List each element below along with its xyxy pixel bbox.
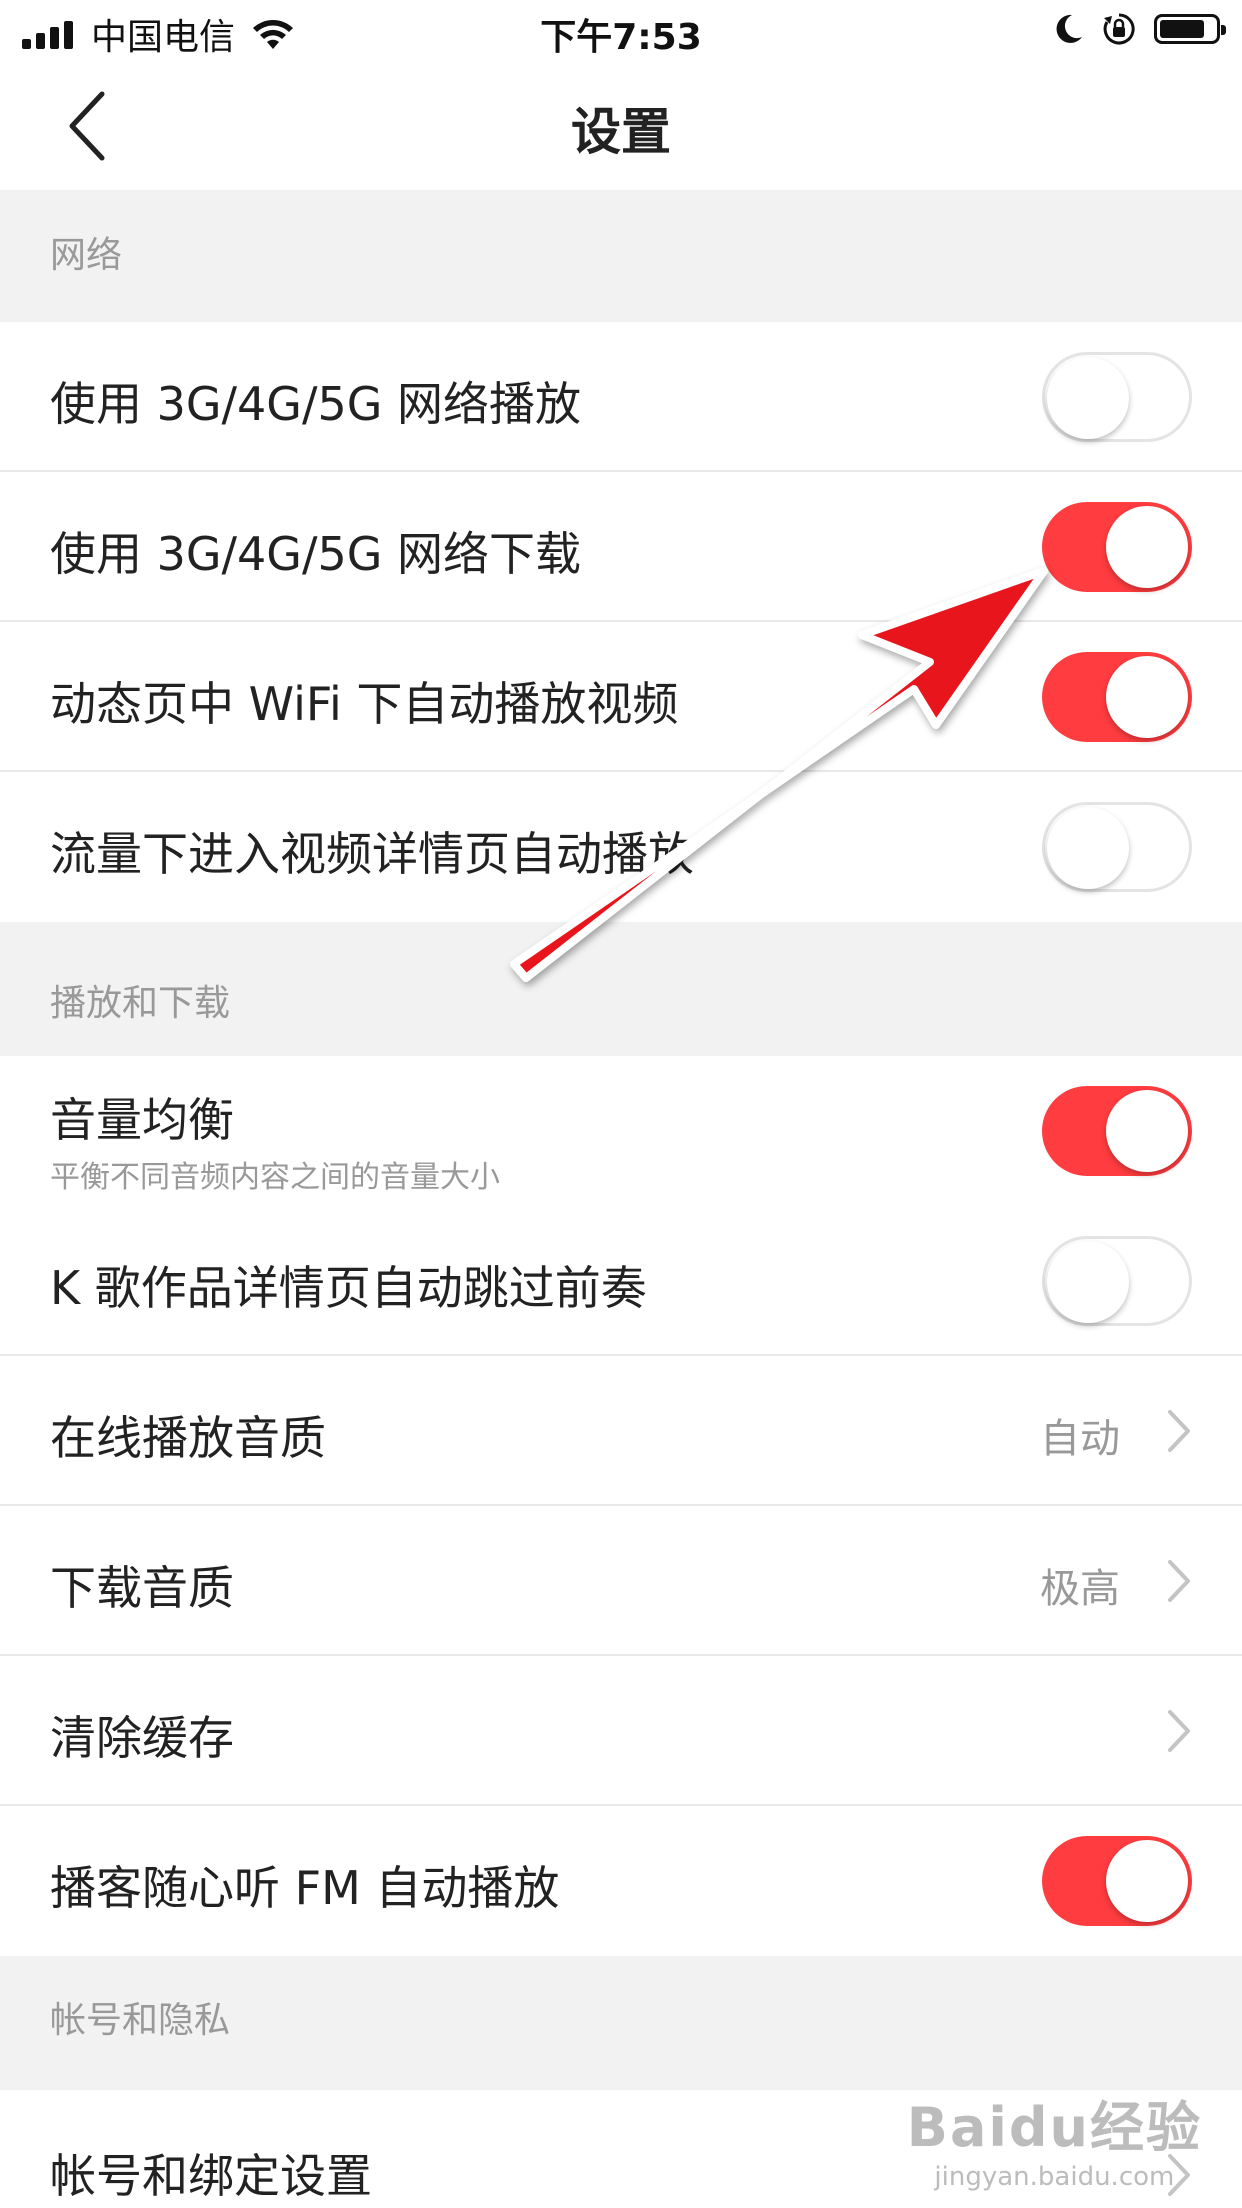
row-label: 在线播放音质	[50, 1411, 326, 1465]
moon-icon	[1056, 14, 1082, 43]
page-title: 设置	[571, 103, 671, 161]
row-download-quality[interactable]: 下载音质 极高	[0, 1506, 1242, 1656]
row-value: 自动	[1040, 1416, 1120, 1462]
orientation-lock-icon	[1103, 13, 1135, 45]
nav-bar: 设置	[0, 62, 1242, 190]
row-value: 极高	[1040, 1566, 1120, 1612]
toggle-data-autoplay[interactable]	[1042, 802, 1192, 892]
toggle-wifi-autoplay[interactable]	[1042, 652, 1192, 742]
section-header-playback: 播放和下载	[0, 922, 1242, 1056]
row-online-quality[interactable]: 在线播放音质 自动	[0, 1356, 1242, 1506]
row-label: K 歌作品详情页自动跳过前奏	[50, 1261, 647, 1315]
row-wifi-autoplay: 动态页中 WiFi 下自动播放视频	[0, 622, 1242, 772]
row-clear-cache[interactable]: 清除缓存	[0, 1656, 1242, 1806]
row-label: 帐号和绑定设置	[50, 2149, 372, 2203]
row-label: 使用 3G/4G/5G 网络下载	[50, 527, 581, 581]
row-sublabel: 平衡不同音频内容之间的音量大小	[50, 1160, 500, 1195]
row-label: 播客随心听 FM 自动播放	[50, 1861, 560, 1915]
watermark-logo: Baidu经验	[906, 2096, 1202, 2159]
row-skip-intro: K 歌作品详情页自动跳过前奏	[0, 1206, 1242, 1356]
row-use-3g-play: 使用 3G/4G/5G 网络播放	[0, 322, 1242, 472]
row-data-autoplay: 流量下进入视频详情页自动播放	[0, 772, 1242, 922]
row-label: 音量均衡	[50, 1093, 234, 1147]
toggle-use-3g-play[interactable]	[1042, 352, 1192, 442]
toggle-fm-autoplay[interactable]	[1042, 1836, 1192, 1926]
row-label: 流量下进入视频详情页自动播放	[50, 827, 694, 881]
status-bar: 中国电信 下午7:53	[0, 0, 1242, 62]
watermark: Baidu经验 jingyan.baidu.com	[907, 2083, 1202, 2192]
row-fm-autoplay: 播客随心听 FM 自动播放	[0, 1806, 1242, 1956]
watermark-url: jingyan.baidu.com	[934, 2162, 1175, 2192]
battery-icon	[1154, 14, 1226, 44]
section-header-account: 帐号和隐私	[0, 1956, 1242, 2090]
row-label: 动态页中 WiFi 下自动播放视频	[50, 677, 679, 731]
row-label: 清除缓存	[50, 1711, 234, 1765]
section-header-network: 网络	[0, 190, 1242, 322]
chevron-right-icon	[1168, 1410, 1190, 1452]
chevron-right-icon	[1168, 1560, 1190, 1602]
row-volume-balance: 音量均衡 平衡不同音频内容之间的音量大小	[0, 1056, 1242, 1206]
row-use-3g-download: 使用 3G/4G/5G 网络下载	[0, 472, 1242, 622]
row-label: 下载音质	[50, 1561, 234, 1615]
toggle-volume-balance[interactable]	[1042, 1086, 1192, 1176]
chevron-right-icon	[1168, 1710, 1190, 1752]
toggle-use-3g-download[interactable]	[1042, 502, 1192, 592]
toggle-skip-intro[interactable]	[1042, 1236, 1192, 1326]
row-label: 使用 3G/4G/5G 网络播放	[50, 377, 581, 431]
